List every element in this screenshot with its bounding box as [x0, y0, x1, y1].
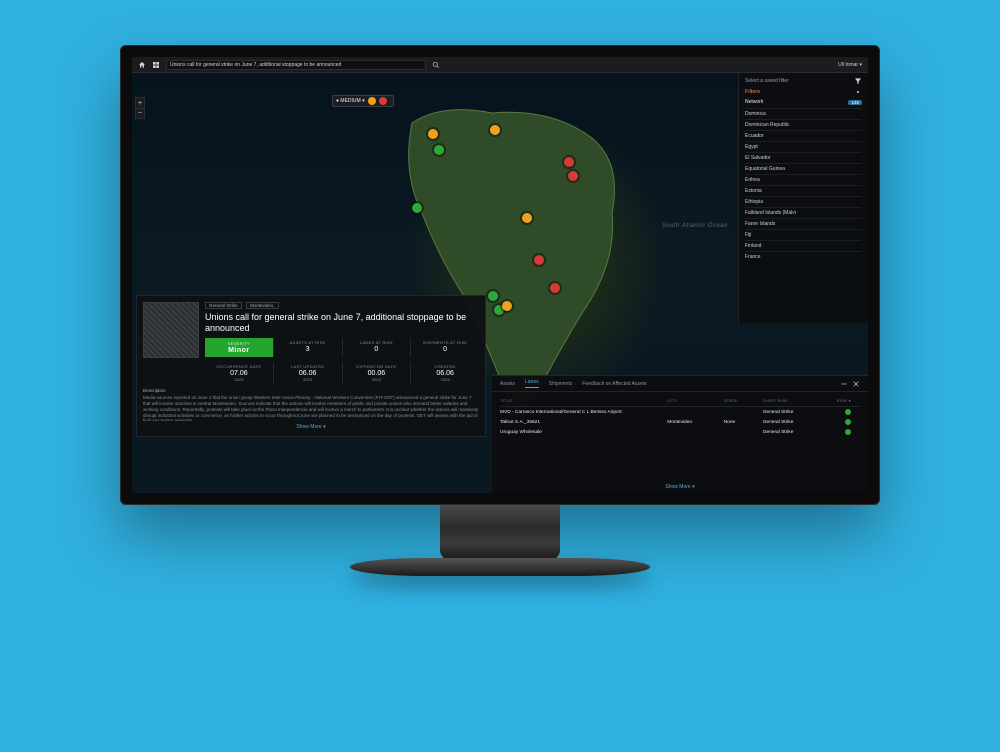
- country-filter-list: Dominica Dominican Republic Ecuador Egyp…: [745, 108, 862, 262]
- map-marker[interactable]: [534, 255, 544, 265]
- incident-dates-row: Occurrence Date07.062023 Last Updated06.…: [205, 362, 479, 384]
- country-filter-item[interactable]: Ecuador: [745, 130, 862, 141]
- tab-shipments[interactable]: Shipments: [549, 381, 573, 387]
- panel-tabs: Assets Lanes Shipments Feedback on Affec…: [492, 376, 868, 392]
- topbar: Unions call for general strike on June 7…: [132, 57, 868, 73]
- gear-icon[interactable]: [854, 88, 862, 96]
- country-filter-item[interactable]: El Salvador: [745, 152, 862, 163]
- table-row[interactable]: Talisot S.A._35621MontevideoNoneGeneral …: [500, 417, 860, 427]
- severity-stat: SEVERITY Minor: [205, 338, 274, 357]
- assets-risk-stat: ASSETS AT RISK3: [274, 338, 343, 357]
- country-filter-item[interactable]: Ethiopia: [745, 196, 862, 207]
- country-filter-item[interactable]: Fiji: [745, 229, 862, 240]
- search-value: Unions call for general strike on June 7…: [170, 62, 341, 68]
- tab-assets[interactable]: Assets: [500, 381, 515, 387]
- assets-table: TITLE CITY STATE CHIEF RISK RISK ▾ MVD -…: [492, 392, 868, 441]
- funnel-icon[interactable]: [854, 77, 862, 85]
- map-marker[interactable]: [564, 157, 574, 167]
- country-filter-item[interactable]: Egypt: [745, 141, 862, 152]
- map-marker[interactable]: [550, 283, 560, 293]
- incident-tag[interactable]: General Strike: [205, 302, 242, 309]
- country-filter-item[interactable]: Equatorial Guinea: [745, 163, 862, 174]
- severity-orange-icon: [368, 97, 376, 105]
- filters-title: Filters: [745, 89, 760, 95]
- minimize-icon[interactable]: [840, 380, 848, 388]
- search-icon[interactable]: [432, 61, 440, 69]
- home-icon[interactable]: [138, 61, 146, 69]
- risk-dot-icon: [845, 409, 851, 415]
- map-marker[interactable]: [502, 301, 512, 311]
- map-marker[interactable]: [434, 145, 444, 155]
- network-count-chip: 146: [848, 100, 862, 105]
- zoom-out-button[interactable]: −: [136, 108, 144, 118]
- tab-feedback[interactable]: Feedback on Affected Assets: [582, 381, 646, 387]
- severity-pill-label: ● MEDIUM ▾: [336, 98, 365, 104]
- country-filter-item[interactable]: Estonia: [745, 185, 862, 196]
- country-filter-item[interactable]: Dominican Republic: [745, 119, 862, 130]
- zoom-control: + −: [135, 97, 145, 119]
- country-filter-item[interactable]: Dominica: [745, 108, 862, 119]
- ocean-label: South Atlantic Ocean: [662, 223, 728, 229]
- lanes-risk-stat: LANES AT RISK0: [343, 338, 412, 357]
- tab-lanes[interactable]: Lanes: [525, 379, 539, 388]
- map-marker[interactable]: [490, 125, 500, 135]
- severity-filter-pill[interactable]: ● MEDIUM ▾: [332, 95, 394, 107]
- map-marker[interactable]: [488, 291, 498, 301]
- incident-kpi-row: SEVERITY Minor ASSETS AT RISK3 LANES AT …: [205, 338, 479, 357]
- table-row[interactable]: Uruguay WholesaleGeneral Strike: [500, 427, 860, 437]
- risk-dot-icon: [845, 419, 851, 425]
- risk-dot-icon: [845, 429, 851, 435]
- search-input[interactable]: Unions call for general strike on June 7…: [166, 60, 426, 70]
- country-filter-item[interactable]: France: [745, 251, 862, 262]
- incident-thumbnail: [143, 302, 199, 358]
- country-filter-item[interactable]: Finland: [745, 240, 862, 251]
- zoom-in-button[interactable]: +: [136, 98, 144, 108]
- close-icon[interactable]: [852, 380, 860, 388]
- last-updated-stat: Last Updated06.062023: [274, 362, 343, 384]
- grid-icon[interactable]: [152, 61, 160, 69]
- severity-red-icon: [379, 97, 387, 105]
- description-text: Media sources reported on June 1 that th…: [143, 395, 479, 421]
- incident-headline: Unions call for general strike on June 7…: [205, 312, 479, 333]
- map-marker[interactable]: [568, 171, 578, 181]
- affected-assets-panel: Assets Lanes Shipments Feedback on Affec…: [492, 375, 868, 493]
- shipments-risk-stat: SHIPMENTS AT RISK0: [411, 338, 479, 357]
- country-filter-item[interactable]: Faroe Islands: [745, 218, 862, 229]
- created-date-stat: Created06.062023: [411, 362, 479, 384]
- table-row[interactable]: MVD - Carrasco International/General C L…: [500, 407, 860, 417]
- map-marker[interactable]: [428, 129, 438, 139]
- table-header-row: TITLE CITY STATE CHIEF RISK RISK ▾: [500, 396, 860, 407]
- country-filter-item[interactable]: Falkland Islands (Malvi: [745, 207, 862, 218]
- filters-panel: Select a saved filter Filters Network 146…: [738, 73, 868, 323]
- user-menu[interactable]: Ull Inmar ▾: [838, 62, 862, 68]
- app-screen: Unions call for general strike on June 7…: [132, 57, 868, 493]
- map-marker[interactable]: [522, 213, 532, 223]
- saved-filter-dropdown[interactable]: Select a saved filter: [745, 78, 789, 84]
- expiration-date-stat: Expiration Date00.062023: [343, 362, 412, 384]
- incident-card: General Strike Montevideo, Unions call f…: [136, 295, 486, 437]
- show-more-button[interactable]: Show More ▾: [143, 424, 479, 430]
- description-label: Description: [143, 388, 479, 393]
- table-show-more-button[interactable]: Show More ▾: [492, 484, 868, 490]
- country-filter-item[interactable]: Eritrea: [745, 174, 862, 185]
- map-marker[interactable]: [412, 203, 422, 213]
- incident-location-tag[interactable]: Montevideo,: [246, 302, 279, 309]
- network-label: Network: [745, 99, 763, 105]
- occurrence-date-stat: Occurrence Date07.062023: [205, 362, 274, 384]
